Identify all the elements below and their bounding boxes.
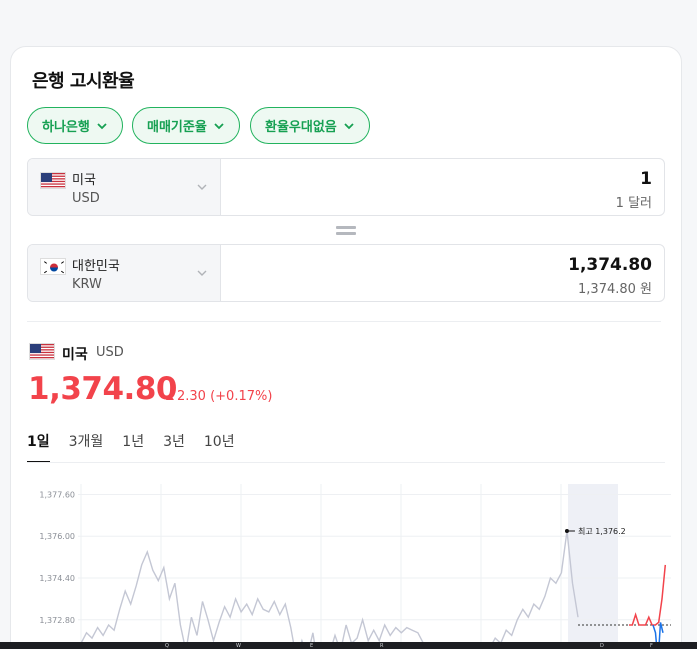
to-currency-code: KRW: [72, 277, 102, 292]
to-amount-input[interactable]: 1,374.80 1,374.80 원: [221, 245, 664, 301]
chart-series-line: [80, 530, 579, 649]
chevron-down-icon: [97, 122, 107, 129]
chart-highlight-band: [568, 484, 618, 649]
preferential-rate-filter-label: 환율우대없음: [265, 120, 337, 135]
to-amount-text: 1,374.80 원: [578, 282, 652, 297]
tab-1y[interactable]: 1년: [122, 431, 144, 463]
page-title: 은행 고시환율: [32, 71, 135, 92]
rate-change-value: 2.30 (+0.17%): [177, 389, 273, 404]
summary-code: USD: [96, 345, 124, 360]
taskbar-item[interactable]: E: [310, 643, 313, 649]
from-currency-code: USD: [72, 191, 100, 206]
tab-3y[interactable]: 3년: [163, 431, 185, 463]
from-currency-select[interactable]: 미국 USD: [28, 159, 221, 215]
to-currency-row: 대한민국 KRW 1,374.80 1,374.80 원: [27, 244, 665, 302]
tab-10y[interactable]: 10년: [204, 431, 235, 463]
chevron-down-icon: [197, 184, 207, 190]
from-amount-input[interactable]: 1 1 달러: [221, 159, 664, 215]
rate-change: 2.30 (+0.17%): [166, 389, 272, 404]
preferential-rate-filter-button[interactable]: 환율우대없음: [250, 107, 370, 144]
from-currency-name: 미국: [72, 173, 96, 188]
us-flag-icon: [40, 172, 66, 189]
rate-line-chart: 1,377.601,376.001,374.401,372.801,371.20…: [39, 484, 671, 649]
taskbar-item[interactable]: W: [236, 643, 241, 649]
chart-series-line: [629, 564, 667, 626]
chevron-down-icon: [344, 122, 354, 129]
to-amount-value: 1,374.80: [568, 255, 652, 275]
section-divider: [27, 321, 661, 322]
chart-max-label: 최고 1,376.2: [578, 526, 626, 536]
taskbar-item[interactable]: D: [600, 643, 604, 649]
equals-icon: [336, 226, 356, 235]
chart-y-tick-label: 1,372.80: [39, 616, 75, 625]
to-currency-select[interactable]: 대한민국 KRW: [28, 245, 221, 301]
chart-y-tick-label: 1,377.60: [39, 490, 75, 499]
bank-filter-label: 하나은행: [42, 120, 90, 135]
up-triangle-icon: [166, 393, 174, 400]
chevron-down-icon: [197, 270, 207, 276]
taskbar-item[interactable]: F: [650, 643, 653, 649]
chevron-down-icon: [214, 122, 224, 129]
chart-y-tick-label: 1,376.00: [39, 532, 75, 541]
us-flag-icon: [29, 343, 55, 360]
period-tabs: 1일 3개월 1년 3년 10년: [27, 431, 235, 463]
bank-filter-button[interactable]: 하나은행: [27, 107, 123, 144]
chart-y-tick-label: 1,374.40: [39, 574, 75, 583]
tabs-divider: [27, 462, 665, 463]
from-amount-text: 1 달러: [615, 196, 652, 211]
kr-flag-icon: [40, 258, 66, 275]
rate-type-filter-label: 매매기준율: [147, 120, 207, 135]
tab-3m[interactable]: 3개월: [69, 431, 104, 463]
summary-country: 미국: [62, 347, 88, 363]
from-currency-row: 미국 USD 1 1 달러: [27, 158, 665, 216]
rate-type-filter-button[interactable]: 매매기준율: [132, 107, 240, 144]
to-currency-name: 대한민국: [72, 259, 120, 274]
taskbar-item[interactable]: R: [380, 643, 383, 649]
tab-1d[interactable]: 1일: [27, 431, 50, 463]
current-rate: 1,374.80: [28, 371, 177, 407]
from-amount-value: 1: [640, 169, 652, 189]
taskbar: Q W E R D F: [0, 642, 697, 649]
taskbar-item[interactable]: Q: [165, 643, 169, 649]
exchange-rate-card: 은행 고시환율 하나은행 매매기준율 환율우대없음 미국 USD 1 1 달러 …: [10, 46, 682, 649]
